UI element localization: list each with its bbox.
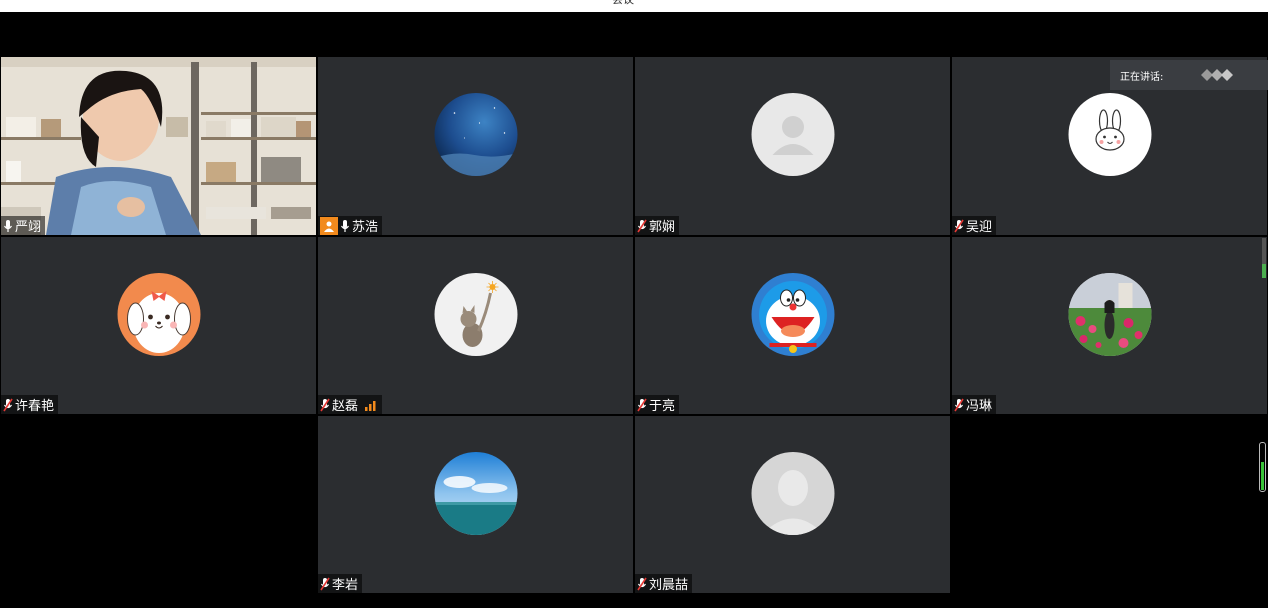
avatar xyxy=(434,452,517,535)
participant-nameplate: 郭娴 xyxy=(635,216,680,235)
participant-name: 刘晨喆 xyxy=(649,578,689,593)
microphone-icon[interactable] xyxy=(3,219,13,233)
muted-microphone-icon[interactable] xyxy=(3,398,13,412)
participant-nameplate: 许春艳 xyxy=(1,395,59,414)
participant-name: 许春艳 xyxy=(15,399,55,414)
participant-tile-xu-chunyan[interactable]: 许春艳 xyxy=(1,237,316,414)
participant-nameplate: 李岩 xyxy=(318,574,363,593)
muted-microphone-icon[interactable] xyxy=(320,577,330,591)
muted-microphone-icon[interactable] xyxy=(637,219,647,233)
default-avatar-icon xyxy=(751,93,834,176)
avatar xyxy=(434,273,517,356)
participant-tile-guo-xian[interactable]: 郭娴 xyxy=(635,57,950,235)
muted-microphone-icon[interactable] xyxy=(954,219,964,233)
participant-tile-su-hao[interactable]: 苏浩 xyxy=(318,57,633,235)
participant-name: 吴迎 xyxy=(966,220,993,235)
participant-name: 赵磊 xyxy=(332,399,359,414)
participant-tile-liu-chenzhe[interactable]: 刘晨喆 xyxy=(635,416,950,593)
video-feed xyxy=(1,57,316,235)
participant-tile-feng-lin[interactable]: 冯琳 xyxy=(952,237,1267,414)
participant-nameplate: 苏浩 xyxy=(318,216,383,235)
speaking-indicator: 正在讲话: xyxy=(1110,60,1268,90)
participant-nameplate: 严翊 xyxy=(1,216,46,235)
speaking-label: 正在讲话: xyxy=(1120,71,1164,83)
muted-microphone-icon[interactable] xyxy=(320,398,330,412)
mic-level-meter xyxy=(1259,442,1266,492)
participant-tile-yan-yi[interactable]: 严翊 xyxy=(1,57,316,235)
signal-strength-icon xyxy=(365,400,376,411)
window-title-bar: 会议 xyxy=(0,0,1268,12)
muted-microphone-icon[interactable] xyxy=(954,398,964,412)
participant-nameplate: 刘晨喆 xyxy=(635,574,693,593)
participant-tile-li-yan[interactable]: 李岩 xyxy=(318,416,633,593)
speaking-animation-icon xyxy=(1201,69,1234,81)
participant-name: 冯琳 xyxy=(966,399,993,414)
person-icon xyxy=(324,221,334,232)
participant-name: 郭娴 xyxy=(649,220,676,235)
scrollbar-thumb[interactable] xyxy=(1262,264,1266,278)
participant-tile-yu-liang[interactable]: 于亮 xyxy=(635,237,950,414)
scrollbar[interactable] xyxy=(1262,238,1266,278)
window-title: 会议 xyxy=(612,0,634,7)
muted-microphone-icon[interactable] xyxy=(637,398,647,412)
participant-nameplate: 于亮 xyxy=(635,395,680,414)
avatar xyxy=(751,273,834,356)
participant-name: 李岩 xyxy=(332,578,359,593)
participant-name: 于亮 xyxy=(649,399,676,414)
participant-nameplate: 吴迎 xyxy=(952,216,997,235)
avatar xyxy=(1068,93,1151,176)
muted-microphone-icon[interactable] xyxy=(637,577,647,591)
default-avatar-icon xyxy=(751,452,834,535)
host-badge xyxy=(320,216,338,235)
avatar xyxy=(434,93,517,176)
microphone-icon[interactable] xyxy=(340,219,350,233)
participant-nameplate: 赵磊 xyxy=(318,395,383,414)
avatar xyxy=(117,273,200,356)
participant-name: 苏浩 xyxy=(352,220,379,235)
participant-name: 严翊 xyxy=(15,220,42,235)
avatar xyxy=(1068,273,1151,356)
participant-tile-zhao-lei[interactable]: 赵磊 xyxy=(318,237,633,414)
participant-nameplate: 冯琳 xyxy=(952,395,997,414)
mic-level-fill xyxy=(1261,462,1264,490)
